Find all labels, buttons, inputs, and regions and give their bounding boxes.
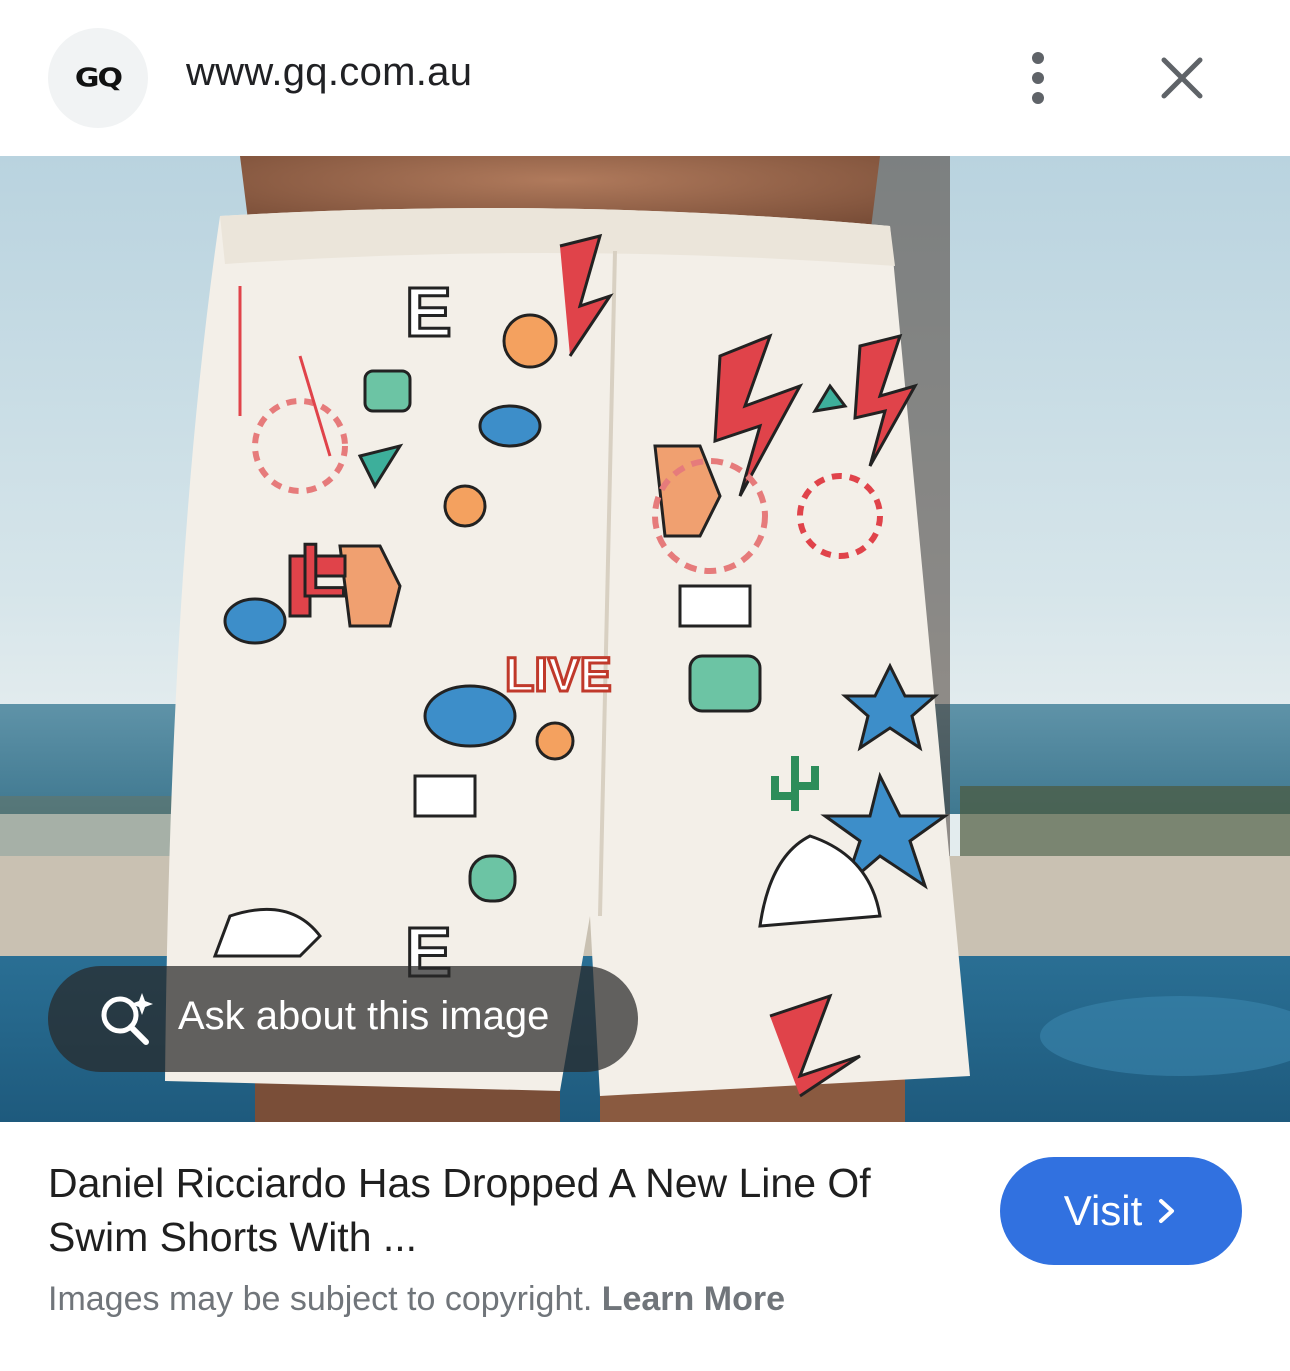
more-vert-icon (1032, 52, 1044, 64)
site-favicon: GQ (48, 28, 148, 128)
preview-image[interactable]: E L LIVE E Ask about this image (0, 156, 1290, 1122)
ask-about-image-button[interactable]: Ask about this image (48, 966, 638, 1072)
header-bar: GQ www.gq.com.au (0, 0, 1290, 156)
more-vert-dot (1032, 92, 1044, 104)
source-url[interactable]: www.gq.com.au (186, 50, 472, 95)
lens-sparkle-icon (101, 993, 153, 1045)
more-options-button[interactable] (1008, 40, 1068, 116)
print-word-l: L (300, 528, 346, 612)
ask-about-image-label: Ask about this image (178, 994, 550, 1038)
copyright-notice: Images may be subject to copyright. Lear… (48, 1280, 785, 1319)
print-word-e-top: E (405, 273, 452, 351)
close-button[interactable] (1152, 48, 1212, 108)
close-icon (1161, 57, 1203, 99)
visit-button[interactable]: Visit (1000, 1157, 1242, 1265)
chevron-right-icon (1159, 1199, 1175, 1223)
result-title[interactable]: Daniel Ricciardo Has Dropped A New Line … (48, 1156, 948, 1264)
visit-label: Visit (1063, 1187, 1143, 1234)
learn-more-link[interactable]: Learn More (602, 1280, 785, 1318)
print-word-live: LIVE (505, 649, 612, 702)
more-vert-dot (1032, 72, 1044, 84)
favicon-logo-text: GQ (74, 63, 123, 93)
copyright-text: Images may be subject to copyright. (48, 1280, 593, 1318)
